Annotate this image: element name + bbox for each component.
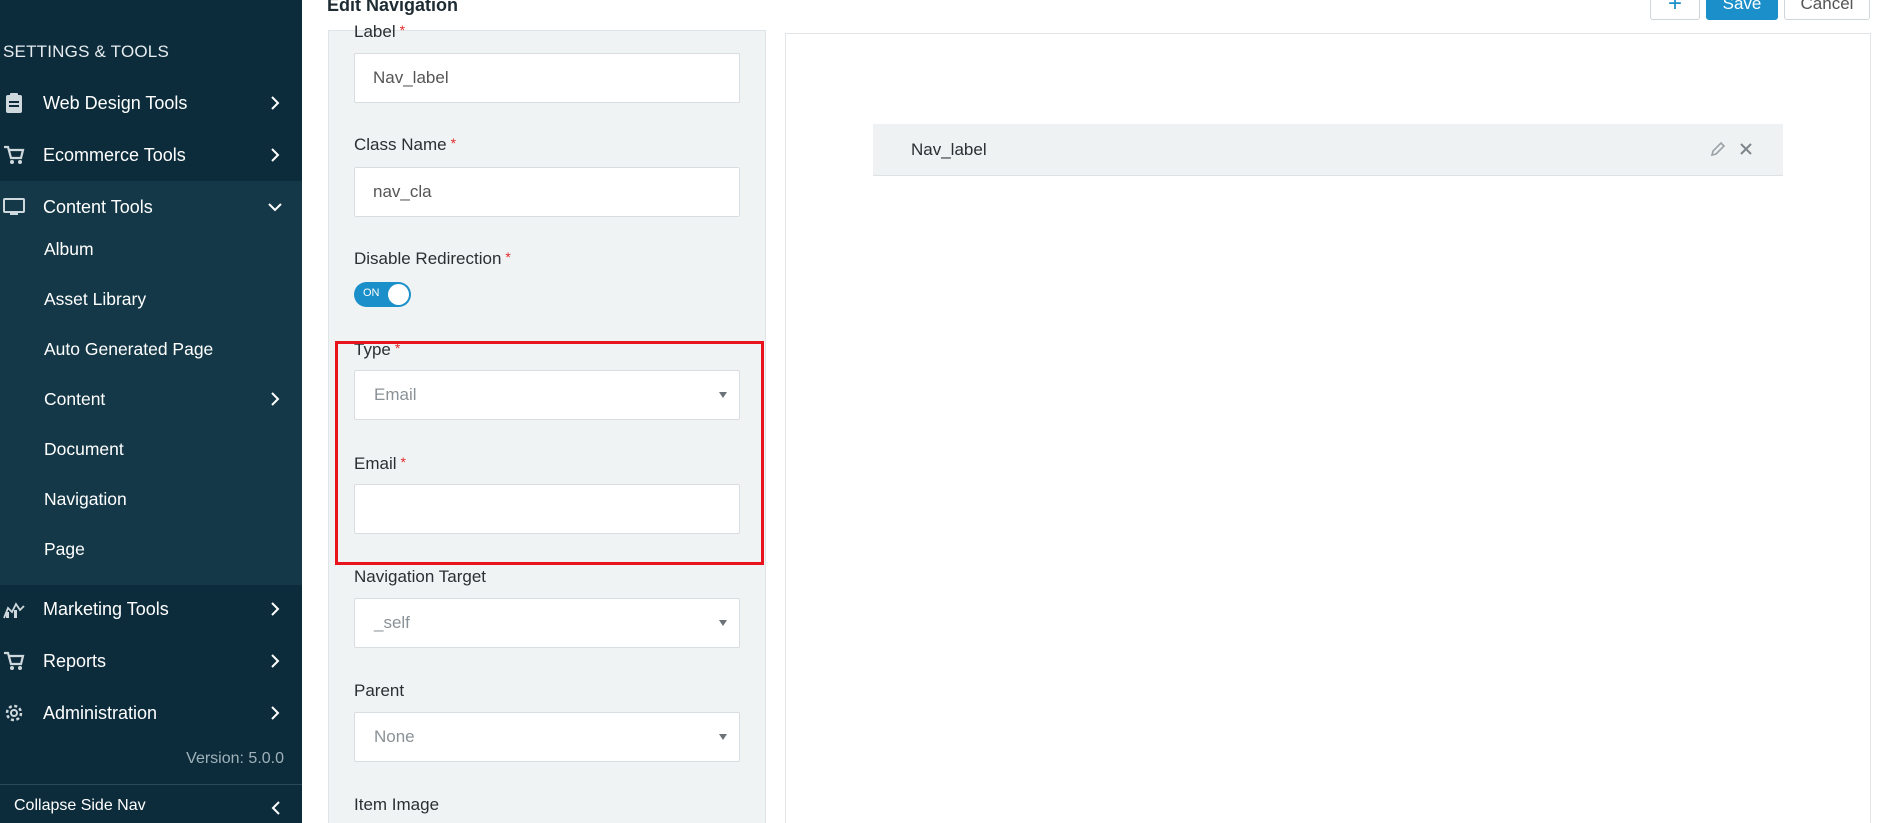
sidebar-item-web-design-tools[interactable]: Web Design Tools — [0, 78, 302, 128]
toggle-state-label: ON — [363, 287, 380, 299]
sidebar-subitem-album[interactable]: Album — [0, 227, 302, 271]
sidebar-subitem-navigation[interactable]: Navigation — [0, 477, 302, 521]
sidebar-item-administration[interactable]: Administration — [0, 688, 302, 738]
type-select[interactable]: Email — [354, 370, 740, 420]
sidebar-subitem-document[interactable]: Document — [0, 427, 302, 471]
chevron-down-icon — [266, 198, 284, 216]
caret-down-icon — [719, 620, 727, 626]
sidebar-item-label: Content Tools — [43, 196, 153, 217]
sidebar-subitem-label: Content — [44, 388, 106, 409]
label-input[interactable] — [354, 53, 740, 103]
chevron-right-icon — [266, 600, 284, 618]
chart-icon — [3, 598, 25, 620]
clipboard-icon — [3, 92, 25, 114]
toggle-knob — [388, 284, 409, 305]
chevron-left-icon — [268, 799, 284, 817]
type-label: Type * — [354, 340, 401, 359]
parent-select[interactable]: None — [354, 712, 740, 762]
save-button[interactable]: Save — [1706, 0, 1778, 20]
item-image-label: Item Image — [354, 795, 440, 814]
sidebar-title: SETTINGS & TOOLS — [3, 42, 170, 61]
nav-preview-item[interactable]: Nav_label — [873, 124, 1783, 176]
email-input[interactable] — [354, 484, 740, 534]
navigation-target-select[interactable]: _self — [354, 598, 740, 648]
label-field-label: Label * — [354, 22, 406, 41]
email-label: Email * — [354, 454, 406, 473]
cart-icon — [3, 650, 25, 672]
parent-label: Parent — [354, 681, 405, 700]
sidebar-item-marketing-tools[interactable]: Marketing Tools — [0, 584, 302, 634]
sidebar-subitem-label: Auto Generated Page — [44, 338, 214, 359]
sidebar: SETTINGS & TOOLS Web Design Tools Ecomme… — [0, 0, 302, 823]
sidebar-item-label: Marketing Tools — [43, 598, 169, 619]
monitor-icon — [3, 196, 25, 218]
sidebar-item-label: Ecommerce Tools — [43, 144, 186, 165]
sidebar-item-label: Administration — [43, 702, 158, 723]
caret-down-icon — [719, 392, 727, 398]
type-select-value: Email — [374, 385, 417, 404]
version-label: Version: 5.0.0 — [186, 750, 284, 767]
parent-select-value: None — [374, 727, 415, 746]
sidebar-subitem-auto-generated-page[interactable]: Auto Generated Page — [0, 327, 302, 371]
cart-icon — [3, 144, 25, 166]
sidebar-subitem-label: Asset Library — [44, 288, 147, 309]
collapse-side-nav-label: Collapse Side Nav — [14, 797, 146, 814]
chevron-right-icon — [266, 652, 284, 670]
chevron-right-icon — [266, 94, 284, 112]
caret-down-icon — [719, 734, 727, 740]
class-name-input[interactable] — [354, 167, 740, 217]
class-name-label: Class Name * — [354, 135, 457, 154]
sidebar-item-ecommerce-tools[interactable]: Ecommerce Tools — [0, 130, 302, 180]
nav-preview-label: Nav_label — [911, 140, 987, 159]
gear-icon — [3, 702, 25, 724]
disable-redirection-label: Disable Redirection * — [354, 249, 511, 268]
sidebar-item-label: Web Design Tools — [43, 92, 188, 113]
chevron-right-icon — [266, 390, 284, 408]
collapse-side-nav-button[interactable]: Collapse Side Nav — [0, 784, 302, 823]
sidebar-subitem-label: Navigation — [44, 488, 127, 509]
sidebar-subitem-page[interactable]: Page — [0, 527, 302, 571]
navigation-target-value: _self — [374, 613, 410, 632]
sidebar-subitem-label: Document — [44, 438, 124, 459]
add-button[interactable]: + — [1650, 0, 1700, 20]
chevron-right-icon — [266, 704, 284, 722]
sidebar-item-label: Reports — [43, 650, 107, 671]
navigation-target-label: Navigation Target — [354, 567, 486, 586]
sidebar-item-reports[interactable]: Reports — [0, 636, 302, 686]
sidebar-subitem-content[interactable]: Content — [0, 377, 302, 421]
cancel-button[interactable]: Cancel — [1784, 0, 1870, 20]
chevron-right-icon — [266, 146, 284, 164]
sidebar-subitem-label: Album — [44, 238, 94, 259]
disable-redirection-toggle[interactable]: ON — [354, 282, 411, 307]
close-icon[interactable] — [1737, 140, 1755, 158]
sidebar-subitem-asset-library[interactable]: Asset Library — [0, 277, 302, 321]
sidebar-subitem-label: Page — [44, 538, 85, 559]
page-title: Edit Navigation — [327, 0, 459, 15]
pencil-icon[interactable] — [1709, 140, 1727, 158]
sidebar-item-content-tools[interactable]: Content Tools — [0, 182, 302, 232]
